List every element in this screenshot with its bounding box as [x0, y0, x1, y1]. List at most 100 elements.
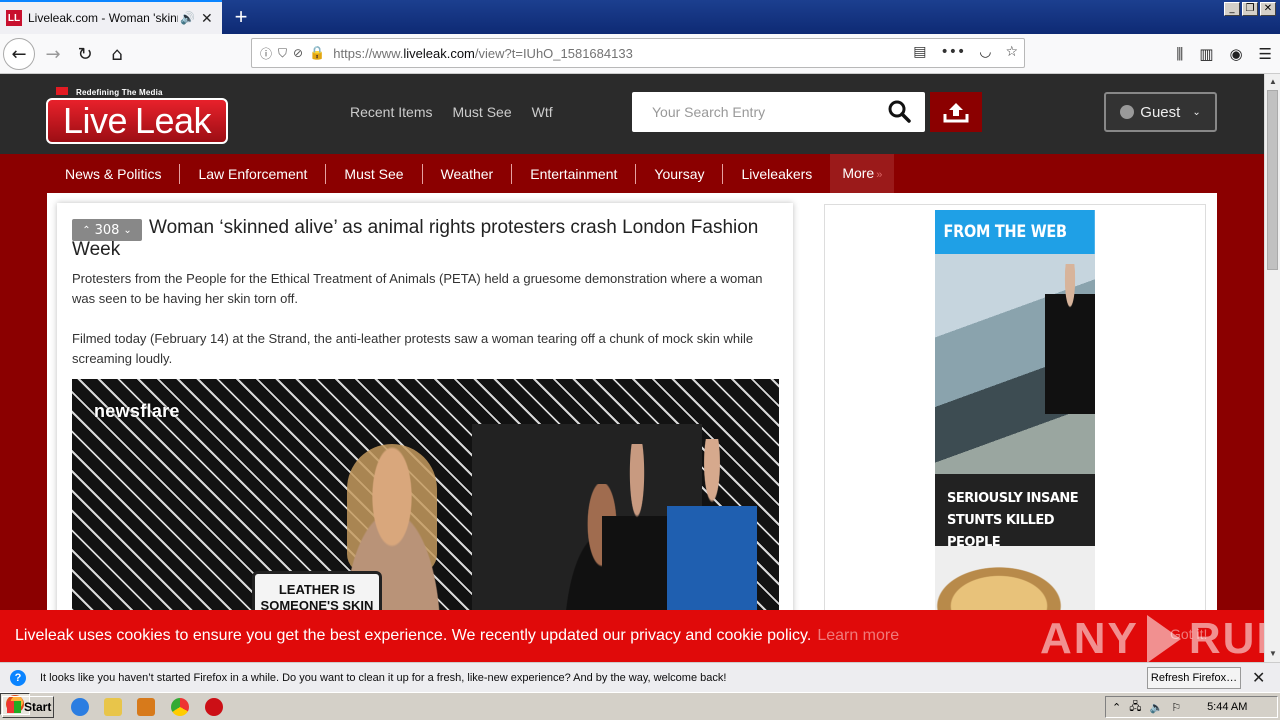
permissions-icon[interactable]: ⊘ — [293, 46, 303, 60]
newsflare-watermark: newsflare — [94, 401, 180, 421]
browser-tab[interactable]: LL Liveleak.com - Woman 'skinned alive' … — [0, 0, 222, 34]
user-icon — [1120, 105, 1135, 119]
category-entertainment[interactable]: Entertainment — [512, 163, 637, 184]
window-controls: _ ❐ ✕ — [1224, 2, 1276, 16]
more-menu-button[interactable]: More» — [830, 154, 895, 193]
guest-label: Guest — [1140, 103, 1181, 121]
search-input[interactable] — [632, 92, 872, 132]
from-the-web-ad[interactable]: FROM THE WEB SERIOUSLY INSANE STUNTS KIL… — [935, 210, 1095, 662]
tab-title: Liveleak.com - Woman 'skinned alive' — [28, 11, 178, 25]
account-icon[interactable]: ◉ — [1229, 45, 1242, 63]
vote-button[interactable]: ⌃ 308 ⌄ — [72, 219, 142, 241]
more-label: More — [842, 165, 875, 181]
speaker-icon[interactable]: 🔊 — [180, 11, 195, 25]
new-tab-button[interactable]: + — [228, 4, 254, 30]
ad-caption[interactable]: SERIOUSLY INSANE STUNTS KILLED PEOPLE — [935, 474, 1095, 550]
internet-explorer-icon[interactable] — [71, 698, 89, 716]
library-icon[interactable]: ⫼ — [1176, 45, 1183, 63]
learn-more-link[interactable]: Learn more — [817, 627, 899, 645]
category-bar: News & Politics Law Enforcement Must See… — [47, 154, 1217, 193]
main-content: Woman ‘skinned alive’ as animal rights p… — [47, 193, 1217, 662]
vote-count: 308 — [94, 222, 120, 238]
ad-image-person — [1045, 264, 1095, 414]
network-icon[interactable]: 🖧 — [1129, 698, 1141, 717]
forward-button[interactable]: → — [37, 38, 69, 70]
address-bar[interactable]: ⓘ ⛉ ⊘ 🔒 https://www.liveleak.com/view?t=… — [251, 38, 1025, 68]
ad-image-stunt[interactable] — [935, 254, 1095, 474]
info-icon: ? — [10, 669, 26, 686]
lock-icon[interactable]: 🔒 — [309, 45, 325, 61]
scrollbar-thumb[interactable] — [1267, 90, 1278, 270]
logo-leak: Leak — [134, 100, 212, 141]
windows-logo-icon — [7, 701, 21, 713]
maximize-button[interactable]: ❐ — [1242, 2, 1258, 16]
opera-icon[interactable] — [205, 698, 223, 716]
media-player-icon[interactable] — [137, 698, 155, 716]
logo-live: Live — [62, 100, 128, 141]
play-icon — [1146, 615, 1181, 662]
anyrun-left: ANY — [1040, 614, 1139, 662]
scroll-up-icon[interactable]: ▲ — [1265, 74, 1280, 90]
minimize-button[interactable]: _ — [1224, 2, 1240, 16]
anyrun-right: RUN — [1188, 614, 1264, 662]
search-box — [632, 92, 925, 132]
browser-toolbar: ← → ↻ ⌂ ⓘ ⛉ ⊘ 🔒 https://www.liveleak.com… — [0, 34, 1280, 74]
taskbar: Start ⌃ 🖧 🔈 ⚐ 5:44 AM — [0, 692, 1280, 720]
category-must-see[interactable]: Must See — [326, 163, 423, 184]
url-path: /view?t=IUhO_1581684133 — [474, 45, 633, 61]
category-yoursay[interactable]: Yoursay — [636, 163, 724, 184]
info-icon[interactable]: ⓘ — [260, 45, 272, 62]
cookie-message: Liveleak uses cookies to ensure you get … — [15, 627, 812, 644]
url-text[interactable]: https://www.liveleak.com/view?t=IUhO_158… — [333, 46, 633, 61]
chrome-icon[interactable] — [171, 698, 189, 716]
bookmark-star-icon[interactable]: ☆ — [1005, 44, 1018, 60]
page-actions-icon[interactable]: ••• — [940, 44, 965, 60]
site-nav: Recent Items Must See Wtf — [350, 104, 553, 120]
logo-tagline: Redefining The Media — [76, 88, 163, 97]
sidebar-icon[interactable]: ▥ — [1199, 45, 1213, 63]
ad-header: FROM THE WEB — [935, 210, 1095, 254]
category-liveleakers[interactable]: Liveleakers — [723, 164, 830, 184]
upload-icon — [943, 103, 969, 123]
sidebar: FROM THE WEB SERIOUSLY INSANE STUNTS KIL… — [824, 204, 1206, 662]
nav-recent-items[interactable]: Recent Items — [350, 104, 432, 120]
refresh-firefox-button[interactable]: Refresh Firefox… — [1147, 667, 1241, 689]
scroll-down-icon[interactable]: ▼ — [1265, 646, 1280, 662]
category-law-enforcement[interactable]: Law Enforcement — [180, 163, 327, 184]
start-button[interactable]: Start — [2, 696, 54, 718]
tracking-shield-icon[interactable]: ⛉ — [278, 46, 287, 61]
back-button[interactable]: ← — [3, 38, 35, 70]
volume-icon[interactable]: 🔈 — [1149, 701, 1163, 714]
browser-tab-strip: LL Liveleak.com - Woman 'skinned alive' … — [0, 0, 1280, 34]
liveleak-logo[interactable]: Redefining The Media Live Leak — [46, 86, 228, 146]
nav-must-see[interactable]: Must See — [452, 104, 511, 120]
site-header: Redefining The Media Live Leak Recent Ite… — [0, 74, 1264, 154]
pocket-icon[interactable]: ◡ — [979, 44, 991, 60]
search-icon[interactable] — [887, 99, 911, 123]
tray-arrow-icon[interactable]: ⌃ — [1112, 701, 1121, 714]
flag-icon[interactable]: ⚐ — [1171, 701, 1181, 714]
menu-icon[interactable]: ☰ — [1259, 45, 1272, 63]
system-tray: ⌃ 🖧 🔈 ⚐ 5:44 AM — [1105, 696, 1278, 718]
anyrun-watermark: ANY RUN — [1040, 614, 1264, 662]
article-headline: Woman ‘skinned alive’ as animal rights p… — [72, 217, 759, 260]
category-weather[interactable]: Weather — [423, 163, 513, 184]
article-card: Woman ‘skinned alive’ as animal rights p… — [57, 203, 793, 662]
home-button[interactable]: ⌂ — [101, 38, 133, 70]
close-window-button[interactable]: ✕ — [1260, 2, 1276, 16]
folder-icon[interactable] — [104, 698, 122, 716]
notification-text: It looks like you haven’t started Firefo… — [40, 671, 727, 684]
upload-button[interactable] — [930, 92, 982, 132]
notification-bar: ? It looks like you haven’t started Fire… — [0, 662, 1280, 692]
article-paragraph-2: Filmed today (February 14) at the Strand… — [72, 331, 754, 366]
close-tab-icon[interactable]: ✕ — [201, 10, 213, 27]
page-scrollbar[interactable]: ▲ ▼ — [1264, 74, 1280, 662]
reader-view-icon[interactable]: ▤ — [913, 44, 926, 60]
url-domain: liveleak.com — [403, 45, 475, 61]
guest-account-button[interactable]: Guest ⌄ — [1104, 92, 1217, 132]
reload-button[interactable]: ↻ — [69, 38, 101, 70]
chevron-down-icon: ⌄ — [123, 224, 132, 236]
nav-wtf[interactable]: Wtf — [532, 104, 553, 120]
category-news-politics[interactable]: News & Politics — [47, 163, 181, 184]
close-notification-icon[interactable]: ✕ — [1252, 668, 1265, 687]
